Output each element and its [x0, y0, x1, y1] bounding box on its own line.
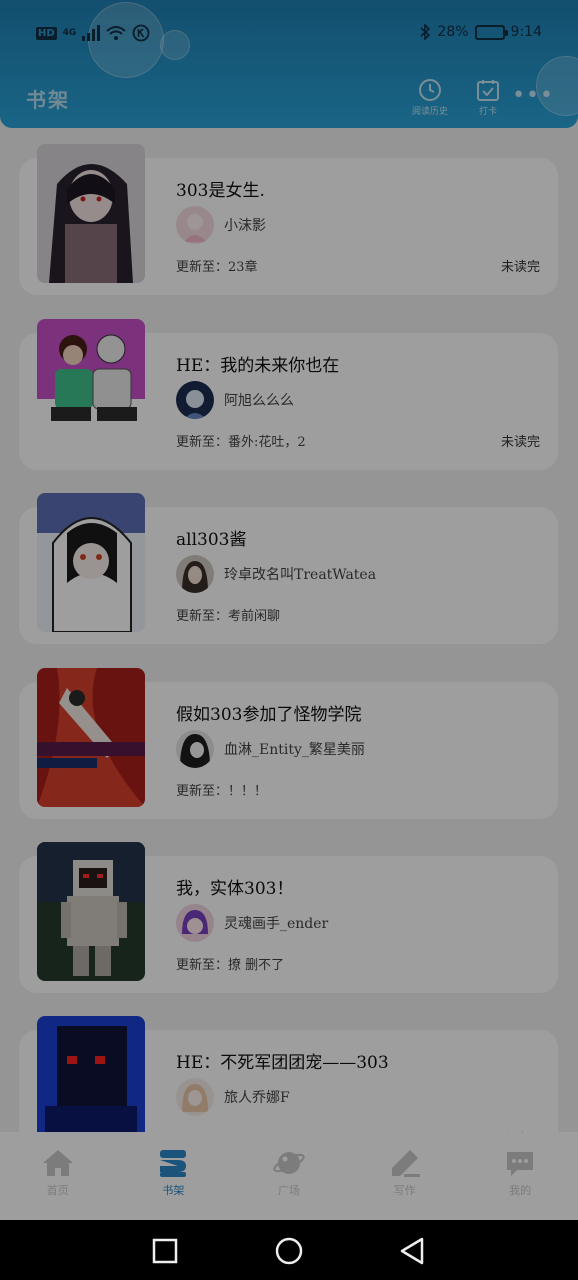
home-icon: [42, 1150, 73, 1176]
reading-history-button[interactable]: 阅读历史: [408, 78, 452, 117]
bookshelf-icon: [160, 1150, 187, 1177]
author-name: 玲卓改名叫TreatWatea: [224, 567, 377, 583]
book-cover[interactable]: [37, 319, 145, 458]
author-name: 小沫影: [224, 218, 266, 234]
book-cover[interactable]: [37, 842, 145, 981]
book-title[interactable]: 假如303参加了怪物学院: [176, 700, 361, 725]
author-avatar: [176, 381, 214, 419]
planet-icon: [273, 1152, 305, 1174]
author-name: 血淋_Entity_繁星美丽: [224, 742, 365, 758]
bluetooth-icon: [420, 24, 431, 40]
back-button[interactable]: [398, 1236, 426, 1266]
battery-icon: [474, 24, 508, 40]
author-name: 阿旭么么么: [224, 393, 294, 409]
book-cover[interactable]: [37, 668, 145, 807]
battery-percent: 28%: [437, 24, 469, 40]
calendar-check-icon: [477, 80, 499, 101]
book-author: 阿旭么么么: [176, 381, 294, 419]
author-avatar: [176, 1078, 214, 1116]
nav-write-label: 写作: [393, 1184, 416, 1197]
author-avatar: [176, 555, 214, 593]
nav-square[interactable]: 广场: [231, 1132, 347, 1220]
app-screen: HD 4G 28% 9:14 书架 阅读历史 打卡 ••• 303是女生. 小沫…: [0, 0, 578, 1220]
book-update: 更新至：撩 删不了: [176, 958, 285, 973]
book-author: 玲卓改名叫TreatWatea: [176, 555, 376, 593]
nav-bookshelf[interactable]: 书架: [116, 1132, 232, 1220]
signal-icon: [82, 25, 101, 41]
reading-history-label: 阅读历史: [411, 107, 448, 117]
book-card[interactable]: 假如303参加了怪物学院 血淋_Entity_繁星美丽 更新至：！！！: [19, 668, 558, 819]
book-card[interactable]: 我，实体303！ 灵魂画手_ender 更新至：撩 删不了: [19, 842, 558, 993]
checkin-label: 打卡: [478, 107, 497, 117]
book-card[interactable]: HE：我的未来你也在 阿旭么么么 更新至：番外:花吐，2 未读完: [19, 319, 558, 470]
book-cover[interactable]: [37, 493, 145, 632]
nav-square-label: 广场: [277, 1184, 300, 1197]
book-author: 小沫影: [176, 206, 266, 244]
book-title[interactable]: HE：不死军团团宠——303: [176, 1048, 389, 1073]
book-title[interactable]: 我，实体303！: [176, 874, 293, 899]
book-card[interactable]: 303是女生. 小沫影 更新至：23章 未读完: [19, 144, 558, 295]
clock-icon: [419, 79, 441, 101]
author-avatar: [176, 904, 214, 942]
book-author: 血淋_Entity_繁星美丽: [176, 730, 365, 768]
nav-me-label: 我的: [509, 1184, 532, 1197]
book-title[interactable]: all303酱: [176, 525, 246, 550]
book-update: 更新至：番外:花吐，2: [176, 435, 306, 450]
network-type: 4G: [62, 28, 77, 38]
book-title[interactable]: HE：我的未来你也在: [176, 351, 339, 376]
chat-icon: [507, 1152, 534, 1176]
book-author: 灵魂画手_ender: [176, 904, 328, 942]
nav-home[interactable]: 首页: [0, 1132, 116, 1220]
header: HD 4G 28% 9:14 书架 阅读历史 打卡 •••: [0, 0, 578, 128]
vpn-icon: [132, 24, 150, 42]
system-nav-bar: [0, 1220, 578, 1280]
more-button[interactable]: •••: [512, 85, 554, 107]
recents-button[interactable]: [152, 1238, 178, 1264]
read-status: 未读完: [500, 435, 540, 450]
author-avatar: [176, 206, 214, 244]
status-bar: HD 4G 28% 9:14: [0, 22, 578, 48]
clock: 9:14: [510, 24, 542, 40]
nav-home-label: 首页: [46, 1184, 69, 1197]
home-button[interactable]: [274, 1236, 304, 1266]
nav-bookshelf-label: 书架: [162, 1184, 185, 1197]
wifi-icon: [106, 26, 126, 40]
book-author: 旅人乔娜F: [176, 1078, 290, 1116]
read-status: 未读完: [500, 260, 540, 275]
nav-write[interactable]: 写作: [347, 1132, 463, 1220]
book-title[interactable]: 303是女生.: [176, 176, 265, 201]
bottom-nav: 首页 书架 广场 写作 我的: [0, 1132, 578, 1220]
checkin-button[interactable]: 打卡: [466, 78, 510, 117]
book-cover[interactable]: [37, 144, 145, 283]
book-update: 更新至：！！！: [176, 784, 268, 799]
book-update: 更新至：23章: [176, 260, 258, 275]
hd-badge: HD: [36, 26, 57, 40]
author-name: 旅人乔娜F: [224, 1090, 290, 1106]
pen-icon: [391, 1150, 420, 1177]
nav-me[interactable]: 我的: [462, 1132, 578, 1220]
book-card[interactable]: all303酱 玲卓改名叫TreatWatea 更新至：考前闲聊: [19, 493, 558, 644]
author-avatar: [176, 730, 214, 768]
book-update: 更新至：考前闲聊: [176, 609, 281, 624]
author-name: 灵魂画手_ender: [224, 916, 329, 932]
page-title: 书架: [26, 88, 70, 112]
